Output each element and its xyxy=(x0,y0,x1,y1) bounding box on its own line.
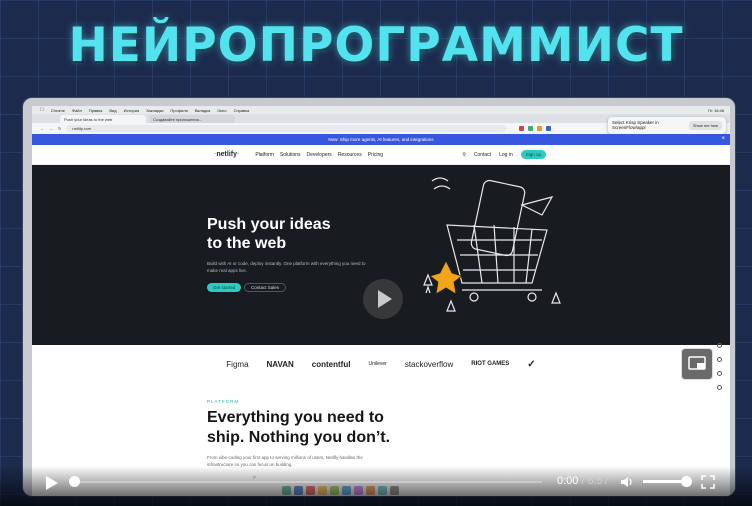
logo-unilever: Unilever xyxy=(368,361,387,367)
site-navbar: ·netlify· Platform Solutions Developers … xyxy=(32,145,730,165)
picture-in-picture-icon xyxy=(688,356,706,370)
menubar-item[interactable]: Окно xyxy=(217,108,226,113)
logo-navan: NAVAN xyxy=(266,359,294,369)
menubar-item[interactable]: Вкладка xyxy=(195,108,210,113)
announcement-banner: New: Ship more agents, AI features, and … xyxy=(32,134,730,145)
contact-sales-button[interactable]: Contact Sales xyxy=(244,283,287,292)
progress-bar[interactable] xyxy=(70,481,542,483)
address-bar[interactable]: netlify.com xyxy=(66,125,507,132)
menubar-item[interactable]: Профили xyxy=(170,108,187,113)
time-separator: / xyxy=(581,475,585,487)
duration: 6:57 xyxy=(587,475,610,487)
extension-icon[interactable] xyxy=(537,126,543,131)
shopping-cart-illustration xyxy=(423,177,561,312)
apple-icon[interactable]:  xyxy=(40,107,44,113)
notification-button[interactable]: Show me how xyxy=(688,121,722,130)
nav-right: ⚲ Contact Log in Sign up xyxy=(462,150,730,159)
netlify-logo[interactable]: ·netlify· xyxy=(214,151,239,158)
close-icon[interactable]: × xyxy=(721,134,725,145)
logo-stackoverflow: stackoverflow xyxy=(404,359,454,369)
menubar-item[interactable]: Chrome xyxy=(51,108,65,113)
side-tool-icon[interactable] xyxy=(717,385,722,390)
time-display: 0:00 / 6:57 xyxy=(557,475,609,487)
banner-text[interactable]: New: Ship more agents, AI features, and … xyxy=(328,137,433,142)
search-icon[interactable]: ⚲ xyxy=(462,152,466,158)
logo-figma: Figma xyxy=(226,359,249,369)
progress-handle[interactable] xyxy=(69,476,80,487)
menubar-item[interactable]: Вид xyxy=(109,108,116,113)
browser-tab[interactable]: Создавайте приложения... xyxy=(149,115,235,123)
side-tool-icon[interactable] xyxy=(717,371,722,376)
menubar-clock: Пт 16:48 xyxy=(708,107,724,113)
signup-button[interactable]: Sign up xyxy=(520,150,546,159)
nav-item-platform[interactable]: Platform xyxy=(255,152,274,158)
netlify-page: New: Ship more agents, AI features, and … xyxy=(32,134,730,496)
extension-icon[interactable] xyxy=(546,126,552,131)
extension-icon[interactable] xyxy=(519,126,525,131)
nav-item-resources[interactable]: Resources xyxy=(338,152,362,158)
logo-contentful: contentful xyxy=(311,359,351,369)
hero-subtitle: Build with AI or code, deploy instantly.… xyxy=(207,261,366,273)
menubar-item[interactable]: Закладки xyxy=(146,108,163,113)
back-icon[interactable]: ← xyxy=(40,126,44,131)
hero-section: Push your ideas to the web Build with AI … xyxy=(32,165,730,481)
side-tool-icon[interactable] xyxy=(717,343,722,348)
contact-link[interactable]: Contact xyxy=(474,152,491,158)
menubar-item[interactable]: Файл xyxy=(72,108,82,113)
mac-menubar:  Chrome Файл Правка Вид История Закладк… xyxy=(32,106,730,114)
screen-recording-window:  Chrome Файл Правка Вид История Закладк… xyxy=(22,97,736,497)
logo-riot-games: RIOT GAMES xyxy=(471,361,510,367)
nav-item-developers[interactable]: Developers xyxy=(307,152,332,158)
menubar-item[interactable]: История xyxy=(124,108,140,113)
menubar-item[interactable]: Правка xyxy=(89,108,103,113)
logo-nike-icon: ✓ xyxy=(527,358,536,370)
extension-icons xyxy=(519,126,552,131)
reload-icon[interactable]: ↻ xyxy=(58,126,61,131)
nav-item-solutions[interactable]: Solutions xyxy=(280,152,301,158)
fullscreen-icon[interactable] xyxy=(701,475,715,489)
screen-capture-button[interactable] xyxy=(681,348,713,380)
nav-item-pricing[interactable]: Pricing xyxy=(368,152,383,158)
side-toolbar xyxy=(717,343,722,390)
extension-icon[interactable] xyxy=(528,126,534,131)
customer-logos: Figma NAVAN contentful Unilever stackove… xyxy=(32,345,730,383)
section-title: Everything you need to ship. Nothing you … xyxy=(207,409,391,446)
volume-icon[interactable] xyxy=(620,475,634,489)
side-tool-icon[interactable] xyxy=(717,357,722,362)
volume-fill xyxy=(643,480,682,483)
video-play-overlay[interactable] xyxy=(363,279,403,319)
system-notification[interactable]: Select Krisp Speaker in ScreenFlow/appl … xyxy=(608,117,726,134)
menubar-item[interactable]: Справка xyxy=(234,108,250,113)
forward-icon[interactable]: → xyxy=(49,126,53,131)
browser-tab-active[interactable]: Push your ideas to the web xyxy=(60,115,146,123)
hero-title: Push your ideas to the web xyxy=(207,216,331,252)
volume-handle[interactable] xyxy=(681,476,692,487)
login-link[interactable]: Log in xyxy=(499,152,513,158)
section-eyebrow: PLATFORM xyxy=(207,399,240,404)
video-player-controls xyxy=(0,466,752,506)
current-time: 0:00 xyxy=(557,475,579,487)
get-started-button[interactable]: Get started xyxy=(207,283,242,292)
video-headline: НЕЙРОПРОГРАММИСТ xyxy=(68,18,684,73)
play-icon[interactable] xyxy=(44,476,58,490)
